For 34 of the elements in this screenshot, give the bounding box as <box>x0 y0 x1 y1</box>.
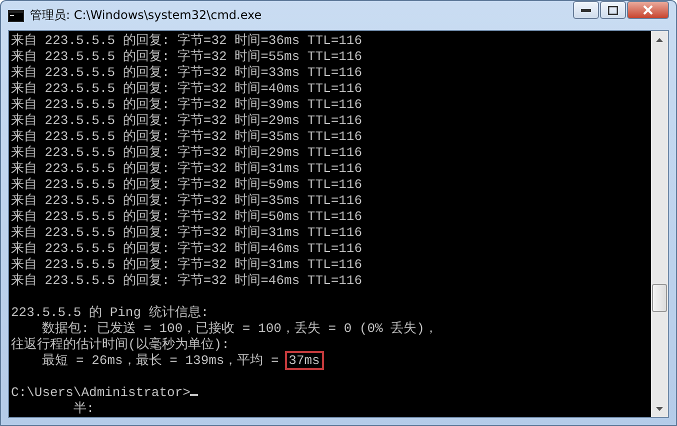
reply-line: 来自 223.5.5.5 的回复: 字节=32 时间=35ms TTL=116 <box>11 193 364 209</box>
reply-line: 来自 223.5.5.5 的回复: 字节=32 时间=39ms TTL=116 <box>11 97 364 113</box>
maximize-button[interactable] <box>600 1 626 19</box>
command-prompt: C:\Users\Administrator> <box>11 385 190 400</box>
text-cursor <box>190 394 198 396</box>
statistics-line: 往返行程的估计时间(以毫秒为单位): <box>11 337 230 353</box>
reply-line: 来自 223.5.5.5 的回复: 字节=32 时间=31ms TTL=116 <box>11 161 364 177</box>
reply-line: 来自 223.5.5.5 的回复: 字节=32 时间=31ms TTL=116 <box>11 257 364 273</box>
reply-line: 来自 223.5.5.5 的回复: 字节=32 时间=46ms TTL=116 <box>11 273 364 289</box>
window-title: 管理员: C:\Windows\system32\cmd.exe <box>30 7 263 24</box>
statistics-line: 数据包: 已发送 = 100，已接收 = 100，丢失 = 0 (0% 丢失)， <box>41 321 438 337</box>
reply-line: 来自 223.5.5.5 的回复: 字节=32 时间=40ms TTL=116 <box>11 81 364 97</box>
close-icon <box>643 5 653 15</box>
reply-line: 来自 223.5.5.5 的回复: 字节=32 时间=50ms TTL=116 <box>11 209 364 225</box>
reply-line: 来自 223.5.5.5 的回复: 字节=32 时间=33ms TTL=116 <box>11 65 364 81</box>
reply-line: 来自 223.5.5.5 的回复: 字节=32 时间=36ms TTL=116 <box>11 33 364 49</box>
input-mode-status: 半: <box>72 401 96 417</box>
scrollbar[interactable] <box>651 31 668 417</box>
minimize-button[interactable] <box>573 1 599 19</box>
reply-line: 来自 223.5.5.5 的回复: 字节=32 时间=55ms TTL=116 <box>11 49 364 65</box>
maximize-icon <box>608 6 618 14</box>
statistics-line: 223.5.5.5 的 Ping 统计信息: <box>11 305 210 321</box>
reply-line: 来自 223.5.5.5 的回复: 字节=32 时间=59ms TTL=116 <box>11 177 364 193</box>
reply-line: 来自 223.5.5.5 的回复: 字节=32 时间=35ms TTL=116 <box>11 129 364 145</box>
reply-line: 来自 223.5.5.5 的回复: 字节=32 时间=29ms TTL=116 <box>11 113 364 129</box>
close-button[interactable] <box>627 1 669 19</box>
average-time: 37ms <box>286 353 322 368</box>
reply-line: 来自 223.5.5.5 的回复: 字节=32 时间=29ms TTL=116 <box>11 145 364 161</box>
reply-line: 来自 223.5.5.5 的回复: 字节=32 时间=46ms TTL=116 <box>11 241 364 257</box>
reply-line: 来自 223.5.5.5 的回复: 字节=32 时间=31ms TTL=116 <box>11 225 364 241</box>
console-icon <box>8 10 24 22</box>
summary-line: 最短 = 26ms，最长 = 139ms，平均 = <box>41 353 280 368</box>
scroll-thumb[interactable] <box>652 284 667 312</box>
minimize-icon <box>581 8 591 12</box>
